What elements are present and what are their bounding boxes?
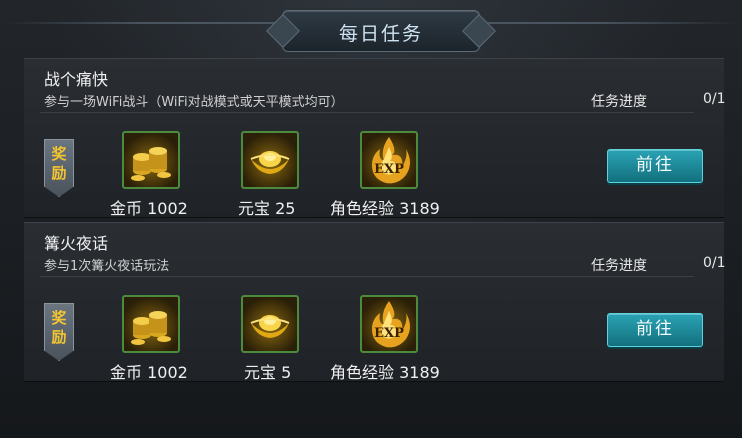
reward-label: 元宝 5 bbox=[244, 363, 292, 382]
title-plate: 每日任务 bbox=[282, 10, 480, 52]
progress-label: 任务进度 bbox=[591, 258, 647, 274]
go-button[interactable]: 前往 bbox=[607, 313, 703, 347]
reward-tag: 奖 励 bbox=[44, 303, 74, 361]
reward-tag-char: 励 bbox=[51, 328, 67, 346]
divider bbox=[40, 112, 694, 113]
gold-coins-icon[interactable] bbox=[122, 131, 180, 189]
quest-card: 篝火夜话 参与1次篝火夜话玩法 任务进度 0/1 奖 励 金币 1002 元宝 … bbox=[24, 222, 726, 382]
go-button[interactable]: 前往 bbox=[607, 149, 703, 183]
reward-tag: 奖 励 bbox=[44, 139, 74, 197]
reward-label: 元宝 25 bbox=[238, 199, 296, 218]
quest-title: 战个痛快 bbox=[44, 70, 109, 89]
quest-title: 篝火夜话 bbox=[44, 234, 109, 253]
reward-label: 金币 1002 bbox=[110, 363, 188, 382]
exp-icon[interactable]: EXP bbox=[360, 295, 418, 353]
reward-label: 角色经验 3189 bbox=[330, 199, 440, 218]
exp-icon[interactable]: EXP bbox=[360, 131, 418, 189]
reward-label: 金币 1002 bbox=[110, 199, 188, 218]
quest-description: 参与1次篝火夜话玩法 bbox=[44, 259, 170, 274]
divider bbox=[40, 276, 694, 277]
yuanbao-icon[interactable] bbox=[241, 295, 299, 353]
progress-value: 0/1 bbox=[703, 91, 726, 107]
quest-card: 战个痛快 参与一场WiFi战斗（WiFi对战模式或天平模式均可） 任务进度 0/… bbox=[24, 58, 726, 218]
reward-tag-char: 奖 bbox=[51, 145, 67, 163]
reward-tag-char: 励 bbox=[51, 164, 67, 182]
gold-coins-icon[interactable] bbox=[122, 295, 180, 353]
yuanbao-icon[interactable] bbox=[241, 131, 299, 189]
reward-tag-char: 奖 bbox=[51, 309, 67, 327]
progress-label: 任务进度 bbox=[591, 94, 647, 110]
svg-text:EXP: EXP bbox=[374, 326, 404, 341]
reward-label: 角色经验 3189 bbox=[330, 363, 440, 382]
daily-tasks-panel: 每日任务 战个痛快 参与一场WiFi战斗（WiFi对战模式或天平模式均可） 任务… bbox=[0, 0, 742, 438]
progress-value: 0/1 bbox=[703, 255, 726, 271]
page-title: 每日任务 bbox=[338, 23, 423, 45]
svg-text:EXP: EXP bbox=[374, 162, 404, 177]
quest-description: 参与一场WiFi战斗（WiFi对战模式或天平模式均可） bbox=[44, 95, 344, 110]
